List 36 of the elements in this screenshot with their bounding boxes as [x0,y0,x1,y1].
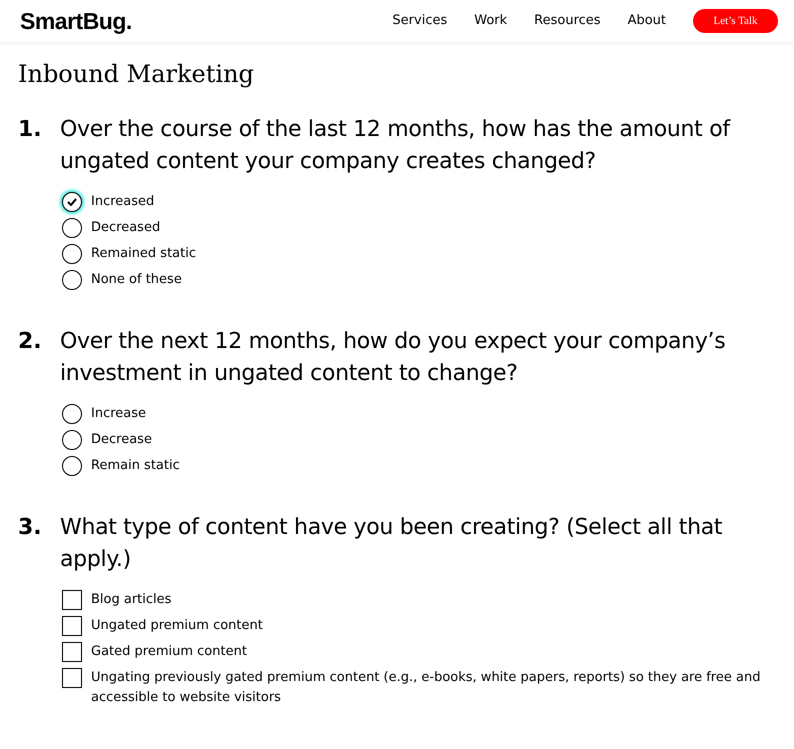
option-label: Gated premium content [91,643,247,661]
option-label: Decrease [91,431,152,449]
option-label: Decreased [91,219,160,237]
radio-button[interactable] [62,430,82,450]
question-text: Over the course of the last 12 months, how has the amount of ungated content your company creates changed? [60,116,732,176]
checkbox[interactable] [62,668,82,688]
logo[interactable]: SmartBug. [20,4,132,38]
radio-button[interactable] [62,244,82,264]
radio-button[interactable] [62,218,82,238]
option-label: Remained static [91,245,196,263]
radio-button[interactable] [62,270,82,290]
option-label: Blog articles [91,591,172,609]
checkbox[interactable] [62,616,82,636]
question-number: 2. [18,328,43,356]
lets-talk-button[interactable]: Let’s Talk [693,9,778,33]
nav-link[interactable]: About [628,11,666,31]
nav-link[interactable]: Services [392,11,448,31]
option-label: None of these [91,271,182,289]
question-text: Over the next 12 months, how do you expect your company’s investment in ungated content to change? [60,328,726,388]
radio-button[interactable] [62,192,82,212]
radio-button[interactable] [62,404,82,424]
question-number: 1. [18,116,43,144]
option-label: Remain static [91,457,180,475]
nav-link[interactable]: Work [474,11,508,31]
checkmark-icon [67,198,77,206]
nav-link[interactable]: Resources [534,11,601,31]
checkbox[interactable] [62,642,82,662]
option-label: Ungating previously gated premium content (e.g., e-books, white papers, reports) so they are free and accessible to website visitors [91,669,762,707]
question-number: 3. [18,514,43,542]
option-label: Increased [91,193,154,211]
radio-button[interactable] [62,456,82,476]
page-title: Inbound Marketing [18,59,255,90]
option-label: Ungated premium content [91,617,263,635]
checkbox[interactable] [62,590,82,610]
question-text: What type of content have you been creating? (Select all that apply.) [60,514,724,574]
option-label: Increase [91,405,146,423]
